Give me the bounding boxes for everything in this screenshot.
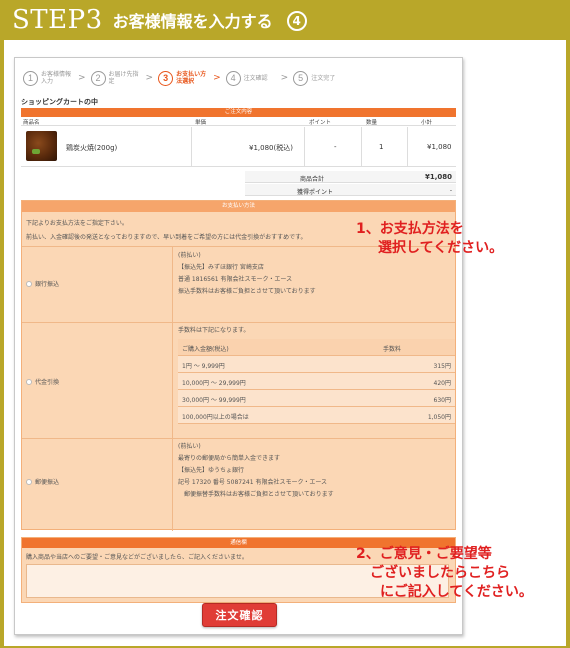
points-row: 獲得ポイント -: [245, 184, 456, 196]
postal-radio[interactable]: [26, 478, 32, 485]
product-image: [26, 131, 57, 161]
table-row: 100,000円以上の場合は 1,050円: [178, 407, 455, 424]
bank-label: 銀行振込: [35, 281, 60, 288]
table-row: 1円 ～ 9,999円 315円: [178, 356, 455, 373]
order-confirm-button[interactable]: 注文確認: [202, 603, 277, 627]
progress-step-5: 5 注文完了: [293, 70, 343, 86]
progress-step-2: 2 お届け先指定: [90, 70, 141, 86]
product-point: -: [334, 143, 337, 151]
payment-option-postal[interactable]: 郵便振込 (前払い) 最寄りの郵便局から簡単入金できます 【振込先】ゆうちょ銀行…: [22, 438, 455, 531]
progress-step-3: 3 お支払い方法選択: [158, 70, 208, 86]
points-value: -: [449, 187, 452, 194]
total-label: 商品合計: [300, 176, 325, 183]
col-point: ポイント: [309, 120, 332, 126]
table-row: 30,000円 ～ 99,999円 630円: [178, 390, 455, 407]
cod-intro: 手数料は下記になります。: [178, 327, 250, 334]
fee-header: ご購入金額(税込) 手数料: [178, 339, 455, 356]
product-name: 鶏炭火焼(200g): [66, 144, 118, 152]
product-subtotal: ¥1,080: [427, 143, 452, 151]
comment-note: 購入商品や当店へのご要望・ご意見などがございましたら、ご記入くださいませ。: [26, 554, 248, 561]
cart-band: ご注文内容: [21, 108, 456, 117]
chevron-right-icon: >: [145, 73, 154, 83]
col-subtotal: 小計: [421, 120, 433, 126]
step-number: STEP3: [12, 5, 103, 35]
step-frame: STEP3 お客様情報を入力する 4 1 お客様情報入力 > 2 お届け先指定 …: [0, 0, 570, 648]
postal-label: 郵便振込: [35, 479, 60, 486]
step-header: STEP3 お客様情報を入力する 4: [0, 0, 570, 40]
table-row: 10,000円 ～ 29,999円 420円: [178, 373, 455, 390]
comment-callout: 2、ご意見・ご要望等 ございましたらこちら にご記入してください。: [356, 546, 533, 600]
payment-note-1: 下記よりお支払方法をご指定下さい。: [26, 220, 128, 227]
payment-option-cod[interactable]: 代金引換 手数料は下記になります。 ご購入金額(税込) 手数料 1円 ～ 9,9…: [22, 322, 455, 439]
step-title: お客様情報を入力する: [112, 12, 273, 31]
col-product: 商品名: [23, 120, 40, 126]
cart-table-header: 商品名 単価 ポイント 数量 小計: [21, 117, 456, 126]
col-price: 単価: [195, 120, 207, 126]
cod-label: 代金引換: [35, 379, 60, 386]
chevron-right-icon: >: [280, 73, 289, 83]
total-row: 商品合計 ¥1,080: [245, 171, 456, 183]
payment-callout: 1、お支払方法を 選択してください。: [356, 221, 504, 256]
step-circle-badge: 4: [283, 10, 307, 31]
total-value: ¥1,080: [424, 173, 452, 181]
bank-radio[interactable]: [26, 280, 32, 287]
points-label: 獲得ポイント: [297, 189, 334, 196]
col-qty: 数量: [366, 120, 378, 126]
chevron-right-icon: >: [213, 73, 221, 83]
progress-step-4: 4 注文確認: [225, 70, 276, 86]
cod-radio[interactable]: [26, 378, 32, 385]
progress-step-1: 1 お客様情報入力: [23, 70, 73, 86]
payment-band: お支払い方法: [22, 201, 455, 212]
product-qty: 1: [379, 143, 384, 151]
cod-fee-table: ご購入金額(税込) 手数料 1円 ～ 9,999円 315円 10,000円 ～…: [178, 339, 455, 424]
checkout-progress: 1 お客様情報入力 > 2 お届け先指定 > 3 お支払い方法選択 > 4 注文…: [23, 68, 453, 88]
cart-title: ショッピングカートの中: [21, 98, 98, 106]
payment-note-2: 前払い、入金確認後の発送となっておりますので、早い到着をご希望の方には代金引換が…: [26, 234, 307, 241]
product-price: ¥1,080(税込): [249, 144, 293, 152]
table-row: 鶏炭火焼(200g) ¥1,080(税込) - 1 ¥1,080: [21, 127, 456, 167]
chevron-right-icon: >: [78, 73, 86, 83]
